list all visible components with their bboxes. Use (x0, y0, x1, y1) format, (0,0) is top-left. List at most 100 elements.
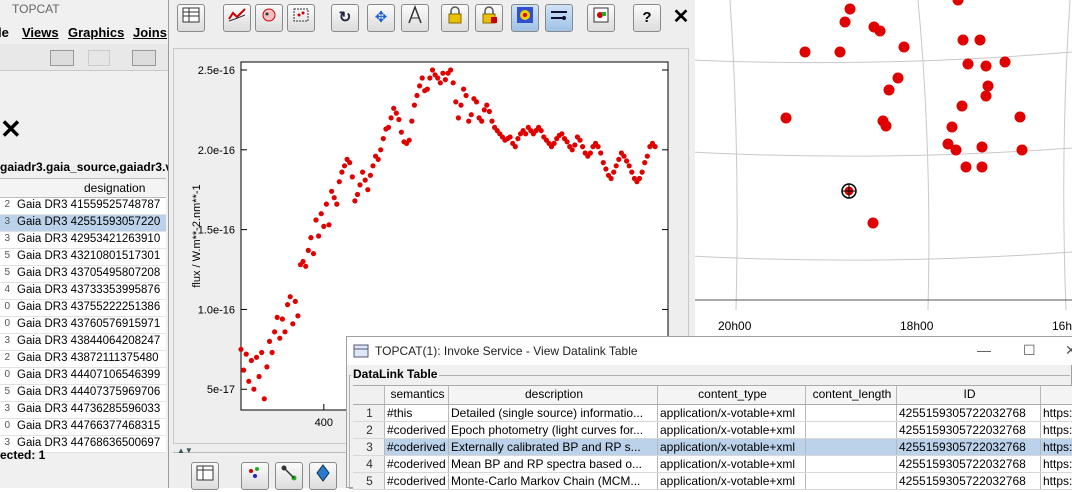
designation-cell[interactable]: Gaia DR3 42953421263910 (17, 233, 160, 245)
access-url-cell[interactable]: https: (1041, 473, 1072, 489)
table-row[interactable]: 2 Gaia DR3 43872111375480 (0, 351, 166, 368)
id-cell[interactable]: 4255159305722032768 (897, 456, 1041, 472)
designation-cell[interactable]: Gaia DR3 43760576915971 (17, 318, 160, 330)
content-type-cell[interactable]: application/x-votable+xml (658, 439, 806, 455)
table-icon[interactable] (191, 462, 219, 490)
access-url-cell[interactable]: https: (1041, 439, 1072, 455)
maximize-icon[interactable]: ☐ (1023, 342, 1036, 359)
designation-cell[interactable]: Gaia DR3 43844064208247 (17, 335, 160, 347)
close-icon[interactable]: ✕ (0, 114, 22, 144)
menu-views[interactable]: Views (22, 25, 59, 40)
content-type-cell[interactable]: application/x-votable+xml (658, 422, 806, 438)
pan-icon[interactable]: ✥ (367, 4, 395, 32)
description-cell[interactable]: Epoch photometry (light curves for... (449, 422, 658, 438)
menu-joins[interactable]: Joins (133, 25, 167, 40)
table-row[interactable]: 0 Gaia DR3 44407106546399 (0, 368, 166, 385)
toolbar-button[interactable] (50, 50, 74, 66)
column-header-access-url[interactable] (1041, 386, 1072, 404)
designation-cell[interactable]: Gaia DR3 41559525748787 (17, 199, 160, 211)
help-icon[interactable]: ? (633, 4, 661, 32)
access-url-cell[interactable]: https: (1041, 422, 1072, 438)
table-row[interactable]: 5 Gaia DR3 43705495807208 (0, 266, 166, 283)
table-row[interactable]: 0 Gaia DR3 43760576915971 (0, 317, 166, 334)
content-type-cell[interactable]: application/x-votable+xml (658, 405, 806, 421)
designation-cell[interactable]: Gaia DR3 44407106546399 (17, 369, 160, 381)
table-row[interactable]: 2 #coderived Epoch photometry (light curve… (353, 422, 1072, 439)
content-type-cell[interactable]: application/x-votable+xml (658, 473, 806, 489)
designation-cell[interactable]: Gaia DR3 43210801517301 (17, 250, 160, 262)
axes-icon[interactable] (401, 4, 429, 32)
form-icon[interactable] (255, 4, 283, 32)
datalink-table[interactable]: semantics description content_type conte… (353, 385, 1072, 490)
minimize-icon[interactable]: — (977, 342, 991, 358)
description-cell[interactable]: Detailed (single source) informatio... (449, 405, 658, 421)
id-cell[interactable]: 4255159305722032768 (897, 439, 1041, 455)
content-length-cell[interactable] (806, 456, 897, 472)
column-header-id[interactable]: ID (897, 386, 1041, 404)
content-length-cell[interactable] (806, 473, 897, 489)
designation-cell[interactable]: Gaia DR3 43755222251386 (17, 301, 160, 313)
table-row[interactable]: 4 #coderived Mean BP and RP spectra based … (353, 456, 1072, 473)
table-row[interactable]: 0 Gaia DR3 44766377468315 (0, 419, 166, 436)
lock-color-icon[interactable] (475, 4, 503, 32)
table-icon[interactable] (177, 4, 205, 32)
density-icon[interactable] (511, 4, 539, 32)
pin-icon[interactable] (309, 462, 337, 490)
subset-icon[interactable] (287, 4, 315, 32)
content-length-cell[interactable] (806, 422, 897, 438)
window-titlebar[interactable]: TOPCAT (0, 0, 168, 18)
link-icon[interactable] (275, 462, 303, 490)
designation-cell[interactable]: Gaia DR3 44407375969706 (17, 386, 160, 398)
content-type-cell[interactable]: application/x-votable+xml (658, 456, 806, 472)
semantics-cell[interactable]: #coderived (385, 456, 449, 472)
id-cell[interactable]: 4255159305722032768 (897, 473, 1041, 489)
semantics-cell[interactable]: #coderived (385, 473, 449, 489)
filter-icon[interactable] (545, 4, 573, 32)
column-header-content-length[interactable]: content_length (806, 386, 897, 404)
description-cell[interactable]: Mean BP and RP spectra based o... (449, 456, 658, 472)
semantics-cell[interactable]: #coderived (385, 422, 449, 438)
designation-cell[interactable]: Gaia DR3 42551593057220 (17, 216, 160, 228)
column-header-designation[interactable]: designation (84, 181, 145, 195)
table-row[interactable]: 3 #coderived Externally calibrated BP and … (353, 439, 1072, 456)
window-titlebar[interactable]: TOPCAT(1): Invoke Service - View Datalin… (347, 337, 1072, 365)
column-header-description[interactable]: description (449, 386, 658, 404)
description-cell[interactable]: Monte-Carlo Markov Chain (MCM... (449, 473, 658, 489)
table-row[interactable]: 5 #coderived Monte-Carlo Markov Chain (MCM… (353, 473, 1072, 490)
table-row[interactable]: 4 Gaia DR3 43733353995876 (0, 283, 166, 300)
toolbar-button[interactable] (88, 50, 110, 66)
table-row[interactable]: 3 Gaia DR3 43844064208247 (0, 334, 166, 351)
table-row[interactable]: 5 Gaia DR3 44407375969706 (0, 385, 166, 402)
access-url-cell[interactable]: https: (1041, 456, 1072, 472)
reload-icon[interactable]: ↻ (331, 4, 359, 32)
menu-file[interactable]: le (0, 25, 9, 40)
id-cell[interactable]: 4255159305722032768 (897, 422, 1041, 438)
table-row[interactable]: 3 Gaia DR3 44736285596033 (0, 402, 166, 419)
table-row[interactable]: 3 Gaia DR3 42953421263910 (0, 232, 166, 249)
table-row[interactable]: 2 Gaia DR3 41559525748787 (0, 198, 166, 215)
designation-cell[interactable]: Gaia DR3 44766377468315 (17, 420, 160, 432)
splitter-arrows[interactable]: ▲▼ (177, 446, 193, 455)
lock-icon[interactable] (441, 4, 469, 32)
semantics-cell[interactable]: #this (385, 405, 449, 421)
close-icon[interactable]: ✕ (1065, 342, 1072, 359)
designation-cell[interactable]: Gaia DR3 43872111375480 (17, 352, 159, 364)
description-cell[interactable]: Externally calibrated BP and RP s... (449, 439, 658, 455)
column-header[interactable]: designation (0, 179, 166, 198)
table-view[interactable]: designation 2 Gaia DR3 41559525748787 3 Gai… (0, 178, 166, 453)
table-row[interactable]: 3 Gaia DR3 42551593057220 (0, 215, 166, 232)
table-row[interactable]: 1 #this Detailed (single source) informati… (353, 405, 1072, 422)
table-row[interactable]: 5 Gaia DR3 43210801517301 (0, 249, 166, 266)
content-length-cell[interactable] (806, 405, 897, 421)
export-icon[interactable] (587, 4, 615, 32)
designation-cell[interactable]: Gaia DR3 44736285596033 (17, 403, 160, 415)
line-icon[interactable] (223, 4, 251, 32)
menu-graphics[interactable]: Graphics (68, 25, 124, 40)
close-icon[interactable]: ✕ (667, 4, 695, 32)
scatter-icon[interactable] (241, 462, 269, 490)
toolbar-button[interactable] (132, 50, 156, 66)
column-header-content-type[interactable]: content_type (658, 386, 806, 404)
table-row[interactable]: 0 Gaia DR3 43755222251386 (0, 300, 166, 317)
column-header-semantics[interactable]: semantics (385, 386, 449, 404)
content-length-cell[interactable] (806, 439, 897, 455)
